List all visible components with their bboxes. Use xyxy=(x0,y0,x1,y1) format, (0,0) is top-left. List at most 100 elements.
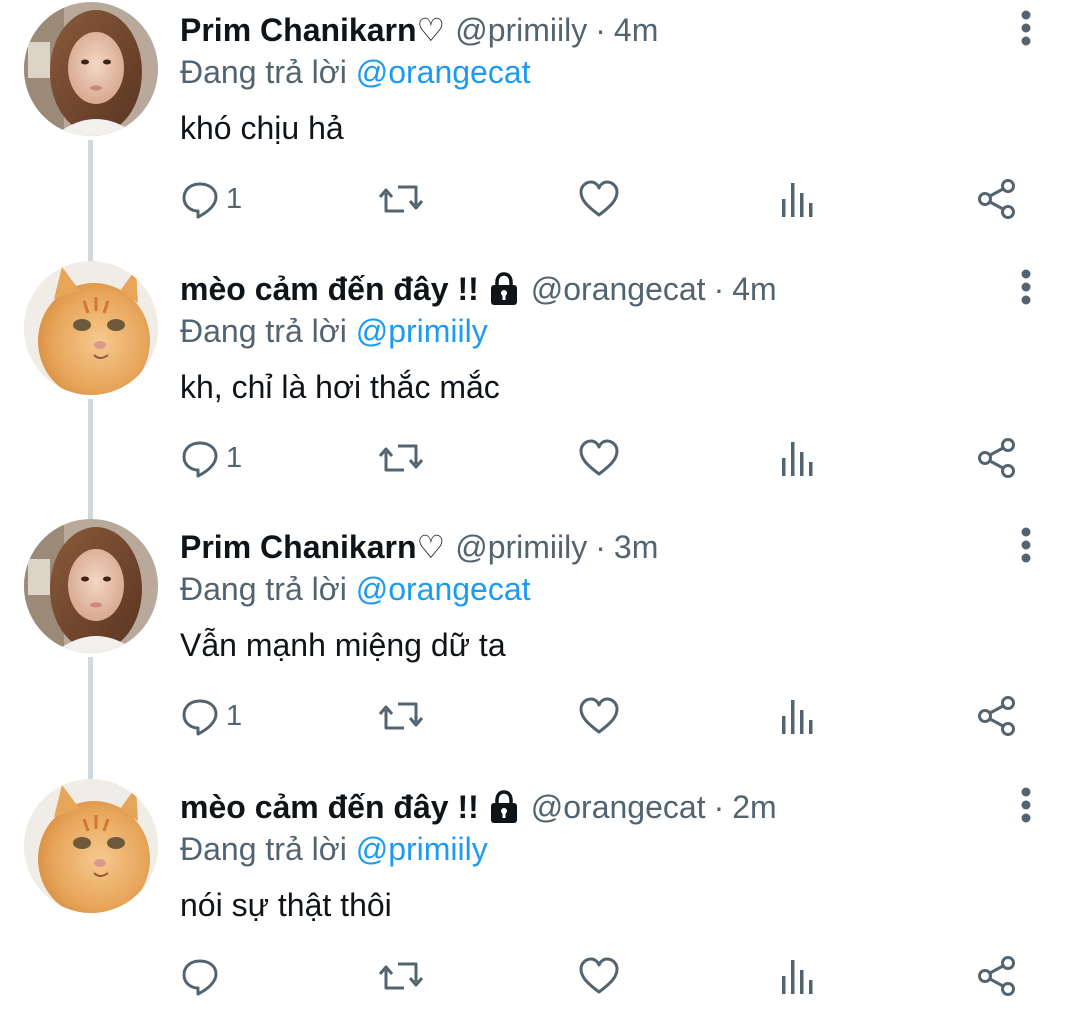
reply-prefix: Đang trả lời xyxy=(180,313,347,349)
more-vertical-icon[interactable] xyxy=(1008,8,1044,48)
share-button[interactable] xyxy=(976,691,1018,741)
separator-dot: · xyxy=(713,270,725,307)
user-handle[interactable]: @primiily xyxy=(455,12,587,49)
like-button[interactable] xyxy=(579,433,619,483)
replying-to: Đang trả lời @orangecat xyxy=(180,52,531,92)
reply-button[interactable]: 1 xyxy=(180,691,242,741)
display-name[interactable]: mèo cảm đến đây !! xyxy=(180,271,479,308)
replying-to: Đang trả lời @orangecat xyxy=(180,569,531,609)
share-icon xyxy=(978,696,1015,736)
action-bar: 1 xyxy=(0,433,1080,483)
retweet-button[interactable] xyxy=(378,433,424,483)
like-icon xyxy=(579,439,619,476)
tweet-text: nói sự thật thôi xyxy=(180,887,392,923)
share-button[interactable] xyxy=(976,433,1018,483)
lock-icon xyxy=(487,272,521,306)
reply-icon xyxy=(182,182,218,219)
tweet-text: Vẫn mạnh miệng dữ ta xyxy=(180,627,506,663)
tweet-header: mèo cảm đến đây !! @orangecat · 4m xyxy=(180,267,777,311)
person-photo-icon xyxy=(24,519,158,653)
display-name[interactable]: Prim Chanikarn♡ xyxy=(180,11,445,49)
avatar[interactable] xyxy=(24,519,158,653)
display-name[interactable]: Prim Chanikarn♡ xyxy=(180,528,445,566)
retweet-icon xyxy=(378,185,424,213)
like-icon xyxy=(579,957,619,994)
reply-count: 1 xyxy=(226,182,243,215)
user-handle[interactable]: @orangecat xyxy=(531,789,706,826)
like-button[interactable] xyxy=(579,691,619,741)
reply-icon xyxy=(182,959,218,996)
separator-dot: · xyxy=(595,11,606,48)
like-icon xyxy=(579,180,619,217)
views-icon xyxy=(782,442,813,476)
reply-icon xyxy=(182,441,218,478)
timestamp[interactable]: 4m xyxy=(732,271,776,308)
tweet[interactable]: Prim Chanikarn♡ @primiily · 3m Đang trả … xyxy=(0,517,1080,779)
like-button[interactable] xyxy=(579,951,619,1001)
reply-count: 1 xyxy=(226,699,243,732)
user-handle[interactable]: @orangecat xyxy=(531,271,706,308)
share-button[interactable] xyxy=(976,951,1018,1001)
views-icon xyxy=(782,183,813,217)
share-icon xyxy=(978,179,1015,219)
views-icon xyxy=(782,700,813,734)
retweet-icon xyxy=(378,702,424,730)
tweet-header: Prim Chanikarn♡ @primiily · 4m xyxy=(180,8,658,52)
like-icon xyxy=(579,697,619,734)
tweet[interactable]: Prim Chanikarn♡ @primiily · 4m Đang trả … xyxy=(0,0,1080,262)
retweet-button[interactable] xyxy=(378,951,424,1001)
mention-link[interactable]: @primiily xyxy=(356,831,488,867)
timestamp[interactable]: 3m xyxy=(614,529,658,566)
like-button[interactable] xyxy=(579,174,619,224)
views-button[interactable] xyxy=(779,951,815,1001)
tweet-text: khó chịu hả xyxy=(180,110,344,146)
user-handle[interactable]: @primiily xyxy=(455,529,587,566)
tweet-text: kh, chỉ là hơi thắc mắc xyxy=(180,369,500,405)
lock-icon xyxy=(487,790,521,824)
more-vertical-icon[interactable] xyxy=(1008,267,1044,307)
display-name[interactable]: mèo cảm đến đây !! xyxy=(180,789,479,826)
retweet-button[interactable] xyxy=(378,691,424,741)
retweet-button[interactable] xyxy=(378,174,424,224)
timestamp[interactable]: 2m xyxy=(732,789,776,826)
replying-to: Đang trả lời @primiily xyxy=(180,829,488,869)
mention-link[interactable]: @primiily xyxy=(356,313,488,349)
reply-button[interactable] xyxy=(180,951,226,1001)
views-button[interactable] xyxy=(779,691,815,741)
reply-button[interactable]: 1 xyxy=(180,174,242,224)
action-bar: 1 xyxy=(0,174,1080,224)
tweet[interactable]: mèo cảm đến đây !! @orangecat · 4m Đang … xyxy=(0,259,1080,521)
reply-button[interactable]: 1 xyxy=(180,433,242,483)
reply-count: 1 xyxy=(226,441,243,474)
tweet-header: Prim Chanikarn♡ @primiily · 3m xyxy=(180,525,658,569)
more-vertical-icon[interactable] xyxy=(1008,525,1044,565)
timestamp[interactable]: 4m xyxy=(614,12,658,49)
person-photo-icon xyxy=(24,2,158,136)
reply-prefix: Đang trả lời xyxy=(180,571,347,607)
reply-icon xyxy=(182,699,218,736)
views-button[interactable] xyxy=(779,174,815,224)
avatar[interactable] xyxy=(24,261,158,395)
share-button[interactable] xyxy=(976,174,1018,224)
mention-link[interactable]: @orangecat xyxy=(356,54,531,90)
reply-prefix: Đang trả lời xyxy=(180,54,347,90)
views-icon xyxy=(782,960,813,994)
avatar[interactable] xyxy=(24,2,158,136)
mention-link[interactable]: @orangecat xyxy=(356,571,531,607)
share-icon xyxy=(978,956,1015,996)
cat-photo-icon xyxy=(24,261,158,395)
share-icon xyxy=(978,438,1015,478)
separator-dot: · xyxy=(713,788,725,825)
tweet[interactable]: mèo cảm đến đây !! @orangecat · 2m Đang … xyxy=(0,777,1080,1035)
more-vertical-icon[interactable] xyxy=(1008,785,1044,825)
views-button[interactable] xyxy=(779,433,815,483)
action-bar xyxy=(0,951,1080,1001)
tweet-header: mèo cảm đến đây !! @orangecat · 2m xyxy=(180,785,777,829)
retweet-icon xyxy=(378,444,424,472)
cat-photo-icon xyxy=(24,779,158,913)
separator-dot: · xyxy=(595,528,606,565)
reply-prefix: Đang trả lời xyxy=(180,831,347,867)
retweet-icon xyxy=(378,962,424,990)
avatar[interactable] xyxy=(24,779,158,913)
action-bar: 1 xyxy=(0,691,1080,741)
